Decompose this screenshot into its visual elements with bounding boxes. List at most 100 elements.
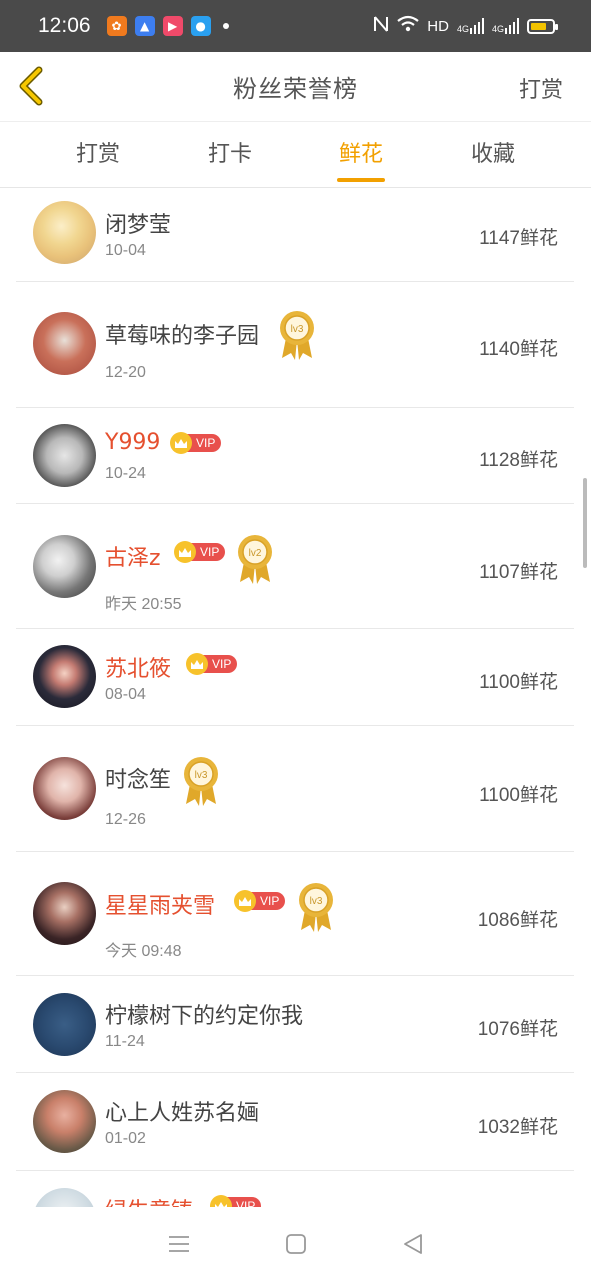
battery-level xyxy=(531,22,546,30)
avatar xyxy=(33,312,96,375)
level-medal-icon: lv3 xyxy=(184,757,218,806)
tab-bar: 打赏 打卡 鲜花 收藏 xyxy=(0,122,591,188)
tab-reward[interactable]: 打赏 xyxy=(58,136,138,168)
crown-icon xyxy=(170,432,192,454)
flower-count: 1100鲜花 xyxy=(479,672,558,693)
level-medal-icon: lv3 xyxy=(280,311,314,360)
avatar xyxy=(33,535,96,598)
battery-icon xyxy=(527,18,558,34)
level-medal-icon: lv2 xyxy=(238,535,272,584)
list-item[interactable]: 古泽z VIP lv2 昨天 20:55 1107鲜花 xyxy=(16,504,574,629)
flower-count: 1140鲜花 xyxy=(479,339,558,360)
list-item[interactable]: 星星雨夹雪 VIP lv3 今天 09:48 1086鲜花 xyxy=(16,852,574,976)
app-notification-icon: ✿ xyxy=(106,16,127,36)
crown-icon xyxy=(234,890,256,912)
back-button[interactable] xyxy=(14,64,48,108)
fan-date: 10-24 xyxy=(105,465,146,482)
list-item[interactable]: 苏北筱 VIP 08-04 1100鲜花 xyxy=(16,629,574,726)
flower-count: 1076鲜花 xyxy=(477,1019,558,1040)
fan-name: 时念笙 xyxy=(105,768,172,793)
app-notification-icon: ▲ xyxy=(134,16,155,36)
fan-name: 星星雨夹雪 xyxy=(105,894,216,919)
tab-favorites[interactable]: 收藏 xyxy=(453,136,533,168)
nfc-icon xyxy=(373,15,389,37)
flower-count: 1100鲜花 xyxy=(479,785,558,806)
signal-icon: 4G xyxy=(457,18,484,34)
notification-icons: ✿ ▲ ▶ ● xyxy=(106,16,229,36)
list-item[interactable]: 草莓味的李子园 lv3 12-20 1140鲜花 xyxy=(16,282,574,408)
list-item[interactable]: 心上人姓苏名婳 01-02 1032鲜花 xyxy=(16,1073,574,1171)
avatar xyxy=(33,201,96,264)
fan-date: 08-04 xyxy=(105,686,146,703)
fan-date: 12-26 xyxy=(105,811,146,828)
fan-date: 11-24 xyxy=(105,1033,145,1050)
fan-name: 草莓味的李子园 xyxy=(105,324,260,349)
fan-name: 心上人姓苏名婳 xyxy=(105,1101,260,1126)
avatar xyxy=(33,757,96,820)
svg-text:lv3: lv3 xyxy=(195,770,208,781)
home-icon xyxy=(285,1233,306,1254)
avatar xyxy=(33,1188,96,1207)
app-notification-icon: ▶ xyxy=(162,16,183,36)
avatar xyxy=(33,424,96,487)
tab-flowers[interactable]: 鲜花 xyxy=(321,136,401,168)
flower-count: 1147鲜花 xyxy=(479,228,558,249)
flower-count: 1128鲜花 xyxy=(479,450,558,471)
more-dot-icon xyxy=(222,23,229,29)
ranking-list: 闭梦莹 10-04 1147鲜花 草莓味的李子园 lv3 12-20 1140鲜… xyxy=(0,189,591,1207)
status-time: 12:06 xyxy=(38,14,91,37)
fan-name: 柠檬树下的约定你我 xyxy=(105,1004,304,1029)
avatar xyxy=(33,993,96,1056)
crown-icon xyxy=(186,653,208,675)
back-nav-button[interactable] xyxy=(393,1224,433,1264)
fan-name: 苏北筱 xyxy=(105,657,172,682)
status-indicators: HD 4G 4G xyxy=(373,15,558,37)
crown-icon xyxy=(174,541,196,563)
fan-name: Y999 xyxy=(105,430,161,455)
list-item[interactable]: 绿生意铸 VIP xyxy=(16,1171,574,1207)
fan-date: 12-20 xyxy=(105,364,146,381)
level-medal-icon: lv3 xyxy=(299,883,333,932)
home-button[interactable] xyxy=(276,1224,316,1264)
avatar xyxy=(33,1090,96,1153)
svg-text:lv3: lv3 xyxy=(291,324,304,335)
vip-badge: VIP xyxy=(234,890,286,912)
system-nav-bar xyxy=(0,1207,591,1280)
flower-count: 1032鲜花 xyxy=(477,1117,558,1138)
active-tab-indicator xyxy=(337,178,385,182)
fan-date: 昨天 20:55 xyxy=(105,596,182,613)
vip-badge: VIP xyxy=(210,1195,262,1207)
avatar xyxy=(33,882,96,945)
svg-text:lv3: lv3 xyxy=(310,896,323,907)
fan-date: 今天 09:48 xyxy=(105,943,182,960)
tab-checkin[interactable]: 打卡 xyxy=(190,136,270,168)
scrollbar[interactable] xyxy=(583,478,587,568)
wifi-icon xyxy=(397,15,419,37)
fan-name: 绿生意铸 xyxy=(105,1193,193,1207)
vip-badge: VIP xyxy=(170,432,222,454)
fan-date: 01-02 xyxy=(105,1130,146,1147)
list-item[interactable]: Y999 VIP 10-24 1128鲜花 xyxy=(16,408,574,504)
flower-count: 1086鲜花 xyxy=(477,910,558,931)
chevron-left-icon xyxy=(19,66,43,106)
page-title: 粉丝荣誉榜 xyxy=(233,75,358,103)
avatar xyxy=(33,645,96,708)
fan-name: 闭梦莹 xyxy=(105,213,172,238)
fan-name: 古泽z xyxy=(105,546,161,571)
reward-button[interactable]: 打赏 xyxy=(519,72,563,104)
list-item[interactable]: 时念笙 lv3 12-26 1100鲜花 xyxy=(16,726,574,852)
signal-icon: 4G xyxy=(492,18,519,34)
hd-label: HD xyxy=(427,17,449,35)
list-item[interactable]: 柠檬树下的约定你我 11-24 1076鲜花 xyxy=(16,976,574,1073)
app-header: 粉丝荣誉榜 打赏 xyxy=(0,52,591,122)
flower-count: 1107鲜花 xyxy=(479,562,558,583)
status-bar: 12:06 ✿ ▲ ▶ ● HD 4G 4G xyxy=(0,0,591,52)
svg-text:lv2: lv2 xyxy=(249,548,262,559)
vip-badge: VIP xyxy=(186,653,238,675)
vip-badge: VIP xyxy=(174,541,226,563)
qq-icon: ● xyxy=(190,16,211,36)
menu-icon xyxy=(168,1235,189,1252)
menu-button[interactable] xyxy=(159,1224,199,1264)
fan-date: 10-04 xyxy=(105,242,146,259)
list-item[interactable]: 闭梦莹 10-04 1147鲜花 xyxy=(16,189,574,282)
